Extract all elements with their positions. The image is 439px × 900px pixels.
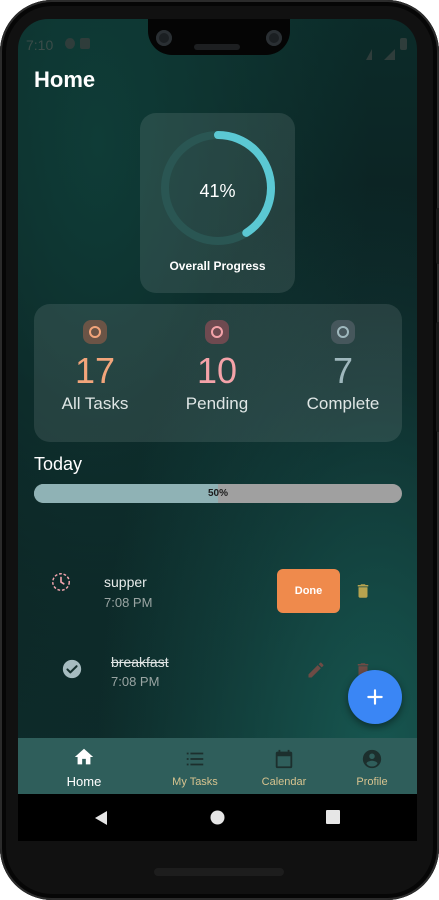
stat-label: Complete — [306, 394, 380, 413]
recents-icon[interactable] — [326, 810, 340, 824]
list-icon — [186, 752, 204, 766]
today-progress-bar: 50% — [34, 484, 402, 503]
page-title: Home — [34, 67, 96, 92]
nav-profile[interactable]: Profile — [322, 748, 417, 788]
stat-label: All Tasks — [61, 394, 129, 413]
nav-label: Profile — [356, 776, 388, 788]
task-name: supper — [104, 574, 147, 590]
sim-card-icon — [80, 38, 90, 49]
earpiece-speaker — [194, 44, 240, 50]
task-time: 7:08 PM — [104, 595, 153, 610]
status-time: 7:10 — [26, 37, 54, 53]
nav-label: Calendar — [261, 776, 307, 788]
signal-icon — [384, 38, 395, 60]
back-icon[interactable] — [94, 810, 108, 826]
battery-icon — [400, 38, 407, 50]
nav-calendar[interactable]: Calendar — [234, 748, 334, 788]
nav-home[interactable]: Home — [34, 746, 134, 789]
stat-value: 17 — [74, 350, 116, 391]
circle-outline-icon — [83, 320, 107, 344]
notification-icon — [65, 38, 75, 49]
circle-outline-icon — [331, 320, 355, 344]
delete-icon[interactable] — [354, 581, 372, 601]
stat-all-tasks[interactable]: 17 All Tasks — [34, 320, 156, 414]
progress-percent: 41% — [199, 181, 236, 201]
system-navigation-bar — [18, 794, 417, 841]
front-camera-left — [156, 30, 172, 46]
stat-complete[interactable]: 7 Complete — [282, 320, 404, 414]
mark-done-button[interactable]: Done — [277, 569, 340, 613]
home-icon — [74, 748, 94, 765]
camera-notch — [148, 19, 290, 55]
today-progress-label: 50% — [207, 488, 228, 499]
circle-outline-icon — [205, 320, 229, 344]
pending-clock-icon — [52, 573, 70, 591]
add-task-button[interactable] — [348, 670, 402, 724]
check-circle-icon — [62, 659, 82, 679]
nav-my-tasks[interactable]: My Tasks — [145, 748, 245, 788]
nav-label: My Tasks — [172, 776, 218, 788]
progress-caption: Overall Progress — [169, 259, 266, 273]
task-stats-card: 17 All Tasks 10 Pending 7 Complete — [34, 304, 402, 442]
calendar-icon — [275, 749, 293, 769]
edit-icon[interactable] — [306, 660, 326, 680]
today-heading: Today — [34, 454, 83, 474]
stat-pending[interactable]: 10 Pending — [156, 320, 278, 414]
nav-label: Home — [66, 774, 102, 789]
stat-label: Pending — [185, 394, 249, 413]
phone-frame: 7:10 Home 41% Overall Progress 17 All Ta… — [0, 0, 439, 900]
stat-value: 10 — [196, 350, 238, 391]
home-circle-icon[interactable] — [210, 810, 225, 825]
front-camera-right — [266, 30, 282, 46]
overall-progress-card: 41% Overall Progress — [140, 113, 295, 293]
bottom-navigation: Home My Tasks Calendar Profile — [18, 738, 417, 794]
bottom-speaker — [154, 868, 284, 876]
wifi-icon — [366, 38, 372, 60]
account-circle-icon — [362, 749, 382, 769]
plus-icon — [367, 689, 383, 705]
task-name: breakfast — [111, 654, 169, 670]
stat-value: 7 — [332, 350, 354, 391]
app-screen: 7:10 Home 41% Overall Progress 17 All Ta… — [18, 19, 417, 841]
task-time: 7:08 PM — [111, 674, 160, 689]
task-item-supper[interactable]: supper 7:08 PM Done — [18, 569, 417, 629]
